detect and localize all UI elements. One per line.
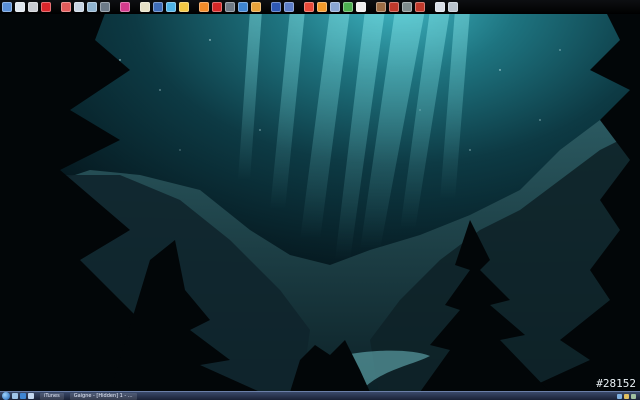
game-icon[interactable] xyxy=(376,2,386,12)
acrobat-icon[interactable] xyxy=(41,2,51,12)
show-desktop-icon[interactable] xyxy=(12,393,18,399)
folder-icon[interactable] xyxy=(448,2,458,12)
start-orb-button[interactable] xyxy=(2,392,10,400)
image-icon[interactable] xyxy=(74,2,84,12)
car-icon[interactable] xyxy=(389,2,399,12)
camera-icon[interactable] xyxy=(100,2,110,12)
taskbar: iTunes Gaigne - [Hidden] 1 - ... xyxy=(0,391,640,400)
browser-icon[interactable] xyxy=(225,2,235,12)
system-tray xyxy=(617,393,636,399)
window-icon[interactable] xyxy=(356,2,366,12)
search-icon[interactable] xyxy=(330,2,340,12)
network-icon[interactable] xyxy=(271,2,281,12)
browser-quick-icon[interactable] xyxy=(20,393,26,399)
tank-icon[interactable] xyxy=(402,2,412,12)
top-application-toolbar xyxy=(0,0,640,14)
steam-icon[interactable] xyxy=(435,2,445,12)
opera-icon[interactable] xyxy=(212,2,222,12)
settings-icon[interactable] xyxy=(166,2,176,12)
tray-icon[interactable] xyxy=(617,393,622,399)
tools-icon[interactable] xyxy=(153,2,163,12)
tray-icon[interactable] xyxy=(631,393,636,399)
computer-icon[interactable] xyxy=(2,2,12,12)
firefox-icon[interactable] xyxy=(317,2,327,12)
image-watermark: #28152 xyxy=(596,377,636,390)
photo-icon[interactable] xyxy=(87,2,97,12)
star-icon[interactable] xyxy=(415,2,425,12)
chrome-icon[interactable] xyxy=(199,2,209,12)
notes-icon[interactable] xyxy=(140,2,150,12)
eye-icon[interactable] xyxy=(343,2,353,12)
itunes-quick-icon[interactable] xyxy=(28,393,34,399)
stats-icon[interactable] xyxy=(284,2,294,12)
task-button-itunes[interactable]: iTunes xyxy=(40,392,64,400)
office-icon[interactable] xyxy=(304,2,314,12)
document-icon[interactable] xyxy=(15,2,25,12)
orb-icon[interactable] xyxy=(251,2,261,12)
quick-launch xyxy=(10,393,34,399)
disc-icon[interactable] xyxy=(28,2,38,12)
media-icon[interactable] xyxy=(120,2,130,12)
globe-icon[interactable] xyxy=(238,2,248,12)
tray-icon[interactable] xyxy=(624,393,629,399)
help-icon[interactable] xyxy=(179,2,189,12)
desktop-wallpaper xyxy=(0,0,640,400)
task-button-window[interactable]: Gaigne - [Hidden] 1 - ... xyxy=(69,392,137,400)
pdf-icon[interactable] xyxy=(61,2,71,12)
